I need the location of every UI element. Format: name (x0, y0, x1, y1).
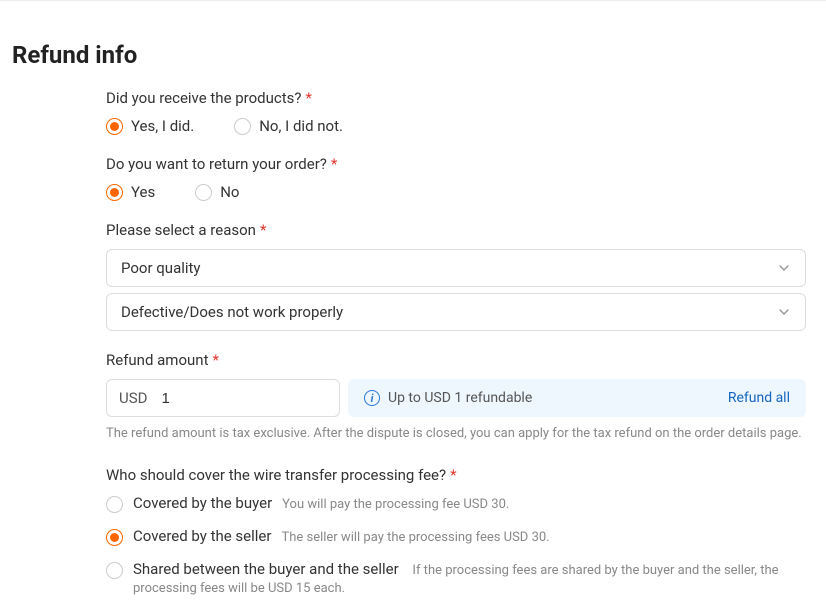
radio-label: Yes (131, 183, 155, 201)
refund-amount-input[interactable] (161, 390, 327, 407)
radio-icon (106, 496, 123, 513)
refundable-info-bar: i Up to USD 1 refundable Refund all (348, 379, 806, 417)
question-return: Do you want to return your order?* Yes N… (106, 155, 806, 201)
select-value: Defective/Does not work properly (121, 303, 343, 321)
radio-icon (106, 184, 123, 201)
info-icon: i (364, 390, 380, 406)
fee-option-title: Covered by the seller (133, 527, 271, 545)
question-received-label: Did you receive the products?* (106, 89, 806, 107)
label-text: Did you receive the products? (106, 89, 301, 107)
refund-all-link[interactable]: Refund all (728, 390, 790, 406)
radio-icon (106, 562, 123, 579)
radio-fee-seller[interactable]: Covered by the seller The seller will pa… (106, 527, 806, 546)
question-fee: Who should cover the wire transfer proce… (106, 466, 806, 596)
radio-label: No, I did not. (259, 117, 343, 135)
refundable-text: Up to USD 1 refundable (388, 390, 532, 406)
radio-received-no[interactable]: No, I did not. (234, 117, 343, 135)
radio-received-yes[interactable]: Yes, I did. (106, 117, 194, 135)
label-text: Do you want to return your order? (106, 155, 327, 173)
page-title: Refund info (12, 41, 814, 69)
radio-fee-buyer[interactable]: Covered by the buyer You will pay the pr… (106, 494, 806, 513)
radio-icon (106, 529, 123, 546)
select-reason-primary[interactable]: Poor quality (106, 249, 806, 287)
select-value: Poor quality (121, 259, 201, 277)
currency-label: USD (119, 389, 147, 407)
radio-return-yes[interactable]: Yes (106, 183, 155, 201)
radio-fee-shared[interactable]: Shared between the buyer and the seller … (106, 560, 806, 596)
radio-icon (195, 184, 212, 201)
required-asterisk: * (450, 466, 456, 484)
label-text: Refund amount (106, 351, 208, 369)
question-received: Did you receive the products?* Yes, I di… (106, 89, 806, 135)
radio-return-no[interactable]: No (195, 183, 239, 201)
refund-amount-field[interactable]: USD (106, 379, 340, 417)
required-asterisk: * (305, 89, 311, 107)
question-reason: Please select a reason* Poor quality Def… (106, 221, 806, 331)
required-asterisk: * (331, 155, 337, 173)
fee-option-title: Covered by the buyer (133, 494, 272, 512)
required-asterisk: * (260, 221, 266, 239)
question-fee-label: Who should cover the wire transfer proce… (106, 466, 806, 484)
question-return-label: Do you want to return your order?* (106, 155, 806, 173)
radio-icon (106, 118, 123, 135)
radio-label: No (220, 183, 239, 201)
question-reason-label: Please select a reason* (106, 221, 806, 239)
fee-option-desc: The seller will pay the processing fees … (281, 530, 549, 545)
chevron-down-icon (777, 305, 791, 319)
fee-option-desc: You will pay the processing fee USD 30. (282, 497, 509, 512)
radio-icon (234, 118, 251, 135)
radio-label: Yes, I did. (131, 117, 194, 135)
question-amount-label: Refund amount* (106, 351, 806, 369)
question-amount: Refund amount* USD i Up to USD 1 refunda… (106, 351, 806, 444)
label-text: Please select a reason (106, 221, 256, 239)
fee-option-title: Shared between the buyer and the seller (133, 560, 399, 578)
label-text: Who should cover the wire transfer proce… (106, 466, 446, 484)
select-reason-secondary[interactable]: Defective/Does not work properly (106, 293, 806, 331)
chevron-down-icon (777, 261, 791, 275)
amount-help-text: The refund amount is tax exclusive. Afte… (106, 425, 806, 444)
required-asterisk: * (212, 351, 218, 369)
